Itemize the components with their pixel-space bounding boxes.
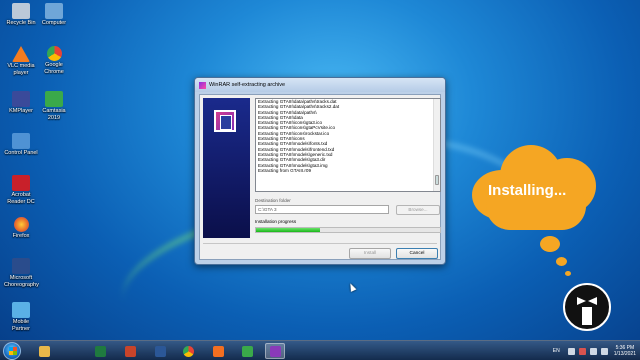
acrobat-icon xyxy=(12,175,30,191)
tuxedo-mascot-logo xyxy=(563,283,611,331)
desktop-icon-acrobat[interactable]: Acrobat Reader DC xyxy=(0,175,42,205)
taskbar: EN 5:36 PM 1/13/2021 xyxy=(0,340,640,360)
chrome-icon xyxy=(46,46,62,61)
log-scrollbar-thumb[interactable] xyxy=(435,175,439,185)
install-button[interactable]: Install xyxy=(349,248,391,259)
desktop-icon-computer[interactable]: Computer xyxy=(33,3,75,27)
winrar-sfx-window[interactable]: WinRAR self-extracting archive Extractin… xyxy=(194,77,446,265)
powerpoint-icon xyxy=(124,345,136,357)
installing-text: Installing... xyxy=(488,182,567,199)
taskbar-explorer[interactable] xyxy=(34,343,54,359)
word-icon xyxy=(154,345,166,357)
winrar-icon xyxy=(269,345,281,357)
window-titlebar[interactable]: WinRAR self-extracting archive xyxy=(195,78,445,92)
excel-icon xyxy=(94,345,106,357)
desktop-icon-firefox[interactable]: Firefox xyxy=(0,217,42,240)
clock-date: 1/13/2021 xyxy=(613,351,636,357)
recorder-icon xyxy=(241,345,253,357)
desktop-icon-camtasia[interactable]: Camtasia 2019 xyxy=(33,91,75,121)
installation-progress-bar xyxy=(255,227,441,233)
mobile-partner-icon xyxy=(12,302,30,318)
camtasia-icon xyxy=(212,345,224,357)
window-client: Extracting GTAIII\data\paths\tracks.dat … xyxy=(199,94,441,260)
volume-icon[interactable] xyxy=(589,347,597,355)
cancel-button[interactable]: Cancel xyxy=(396,248,438,259)
vlc-icon xyxy=(12,46,30,62)
control-panel-icon xyxy=(12,133,30,149)
show-hidden-icons-icon[interactable] xyxy=(567,347,575,355)
destination-folder-label: Destination folder xyxy=(255,198,291,203)
installation-progress-label: Installation progress xyxy=(255,219,297,224)
desktop-icon-chrome[interactable]: Google Chrome xyxy=(33,46,75,75)
progress-fill xyxy=(256,228,321,232)
callout-dot xyxy=(565,271,571,276)
taskbar-winrar[interactable] xyxy=(265,343,285,359)
camtasia-icon xyxy=(45,91,63,107)
browse-button[interactable]: Browse... xyxy=(396,205,440,215)
divider xyxy=(203,243,437,244)
callout-dot xyxy=(540,236,560,252)
shirt-shape xyxy=(582,307,592,325)
log-line: Extracting from GTAIII.r09 xyxy=(258,167,312,173)
taskbar-powerpoint[interactable] xyxy=(120,343,140,359)
start-button[interactable] xyxy=(3,342,21,360)
computer-icon xyxy=(45,3,63,19)
winrar-logo-icon xyxy=(214,110,236,132)
extraction-log[interactable]: Extracting GTAIII\data\paths\tracks.dat … xyxy=(255,98,441,192)
battery-icon[interactable] xyxy=(600,347,608,355)
winrar-icon xyxy=(199,81,206,89)
language-indicator[interactable]: EN xyxy=(553,348,560,354)
recycle-bin-icon xyxy=(12,3,30,19)
log-scrollbar[interactable] xyxy=(433,99,440,191)
window-title: WinRAR self-extracting archive xyxy=(209,82,286,88)
clock[interactable]: 5:36 PM 1/13/2021 xyxy=(614,345,636,357)
system-tray: EN 5:36 PM 1/13/2021 xyxy=(553,343,636,359)
network-icon[interactable] xyxy=(578,347,586,355)
desktop-icon-mobile-partner[interactable]: Mobile Partner xyxy=(0,302,42,332)
taskbar-excel[interactable] xyxy=(90,343,110,359)
taskbar-camtasia[interactable] xyxy=(208,343,228,359)
callout-dot xyxy=(556,257,567,266)
firefox-icon xyxy=(13,217,29,232)
choreography-icon xyxy=(12,258,30,274)
kmplayer-icon xyxy=(12,91,30,107)
winrar-banner xyxy=(203,98,250,238)
desktop-icon-choreography[interactable]: Microsoft Choreography xyxy=(0,258,42,288)
taskbar-chrome[interactable] xyxy=(178,343,198,359)
chrome-icon xyxy=(182,345,194,357)
installing-callout: Installing... xyxy=(472,140,602,235)
desktop-icon-control-panel[interactable]: Control Panel xyxy=(0,133,42,157)
destination-folder-field[interactable]: C:\GTA 3 xyxy=(255,205,389,214)
taskbar-camtasia-recorder[interactable] xyxy=(237,343,257,359)
bowtie-icon xyxy=(577,297,597,305)
folder-icon xyxy=(38,345,50,357)
taskbar-word[interactable] xyxy=(150,343,170,359)
